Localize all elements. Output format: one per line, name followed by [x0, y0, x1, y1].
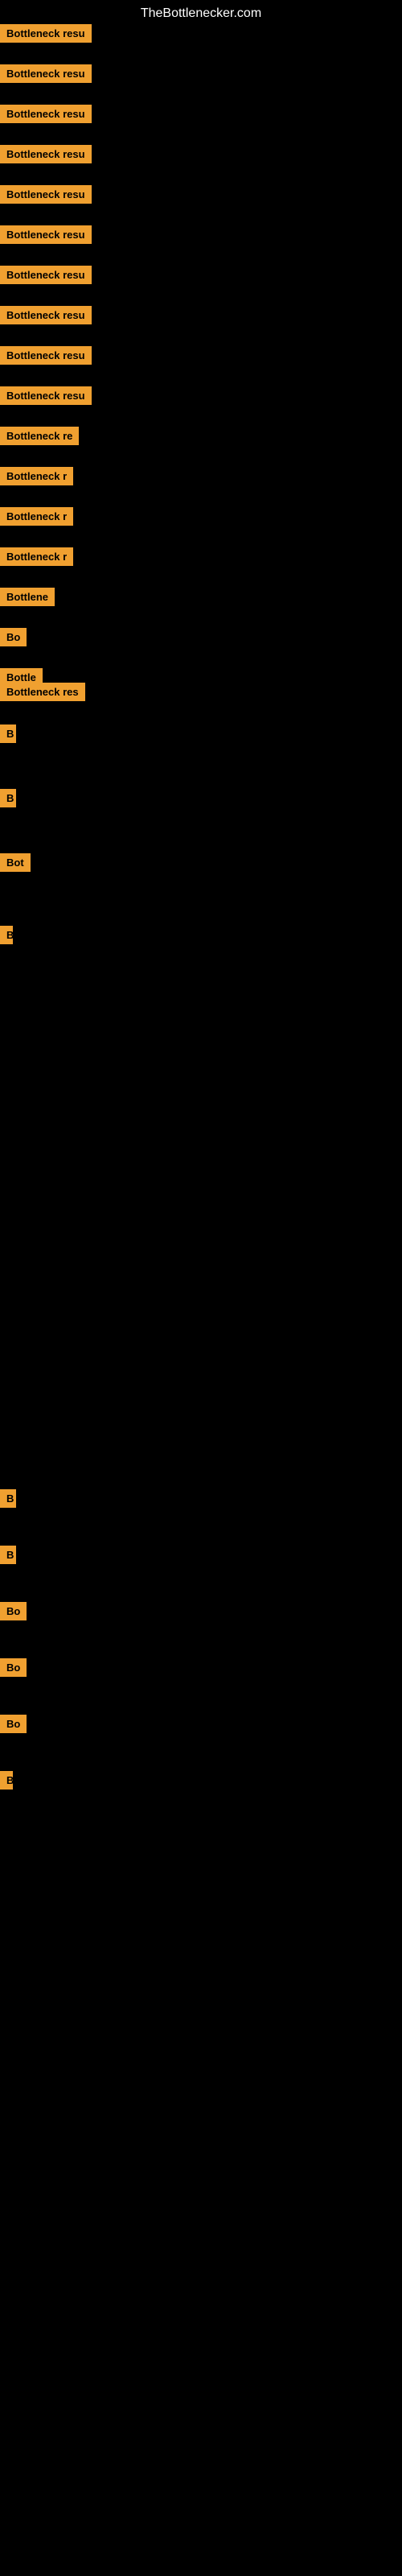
bottleneck-badge: Bottleneck re [0, 427, 79, 445]
bottleneck-badge: B [0, 724, 16, 743]
bottleneck-badge: Bottleneck resu [0, 386, 92, 405]
bottleneck-badge: B [0, 1489, 16, 1508]
site-title: TheBottlenecker.com [0, 0, 402, 27]
bottleneck-badge: Bottleneck resu [0, 105, 92, 123]
bottleneck-badge: Bo [0, 628, 27, 646]
bottleneck-badge: Bottleneck resu [0, 225, 92, 244]
bottleneck-badge: Bo [0, 1715, 27, 1733]
bottleneck-badge: Bottleneck resu [0, 306, 92, 324]
bottleneck-badge: B [0, 1771, 13, 1790]
bottleneck-badge: Bottleneck resu [0, 145, 92, 163]
bottleneck-badge: Bottleneck r [0, 507, 73, 526]
bottleneck-badge: Bottleneck res [0, 683, 85, 701]
bottleneck-badge: Bottleneck resu [0, 64, 92, 83]
bottleneck-badge: B [0, 926, 13, 944]
bottleneck-badge: Bo [0, 1602, 27, 1620]
bottleneck-badge: Bottleneck resu [0, 24, 92, 43]
bottleneck-badge: Bottleneck r [0, 467, 73, 485]
bottleneck-badge: Bottlene [0, 588, 55, 606]
bottleneck-badge: Bot [0, 853, 31, 872]
bottleneck-badge: B [0, 1546, 16, 1564]
bottleneck-badge: Bottleneck r [0, 547, 73, 566]
bottleneck-badge: B [0, 789, 16, 807]
bottleneck-badge: Bottleneck resu [0, 185, 92, 204]
bottleneck-badge: Bottleneck resu [0, 346, 92, 365]
bottleneck-badge: Bottleneck resu [0, 266, 92, 284]
bottleneck-badge: Bo [0, 1658, 27, 1677]
